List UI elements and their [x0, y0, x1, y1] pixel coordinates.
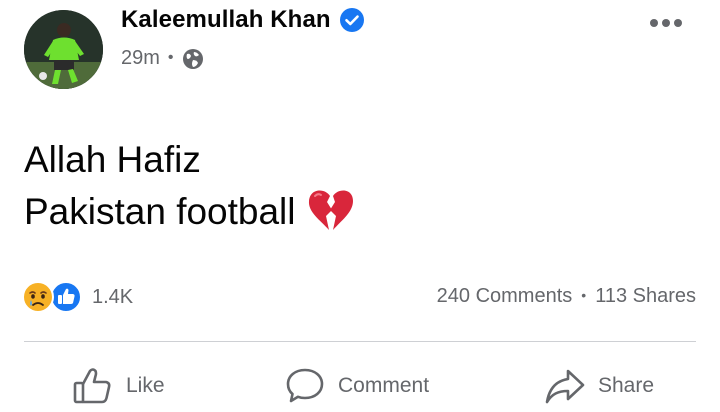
comment-bubble-icon [284, 365, 326, 407]
post-text-line-2: Pakistan football [24, 186, 356, 238]
broken-heart-icon [306, 188, 356, 232]
comment-label: Comment [338, 374, 430, 397]
stats-separator: • [581, 286, 587, 303]
like-label: Like [126, 374, 165, 397]
reactions-summary[interactable]: 1.4K [22, 281, 133, 313]
author-header: Kaleemullah Khan [121, 6, 364, 34]
post-timestamp[interactable]: 29m [121, 47, 160, 70]
share-label: Share [598, 374, 655, 397]
facebook-post: Kaleemullah Khan 29m • Allah Hafiz Pakis… [0, 0, 720, 412]
post-text-line: Allah Hafiz [24, 139, 201, 180]
comments-count[interactable]: 240 Comments [437, 285, 573, 308]
meta-separator: • [167, 48, 174, 66]
verified-badge-icon [339, 8, 364, 32]
engagement-stats: 240 Comments • 113 Shares [437, 285, 696, 308]
more-options-icon[interactable] [648, 12, 684, 34]
author-avatar[interactable] [24, 10, 103, 89]
like-button[interactable]: Like [72, 362, 165, 410]
post-text: Allah Hafiz Pakistan football [24, 134, 356, 238]
divider [24, 341, 696, 342]
like-reaction-icon [50, 281, 82, 313]
post-text-line: Pakistan football [24, 191, 296, 232]
author-name[interactable]: Kaleemullah Khan [121, 6, 331, 34]
thumbs-up-icon [72, 365, 114, 407]
sad-reaction-icon [22, 281, 54, 313]
share-button[interactable]: Share [544, 362, 654, 410]
reaction-count: 1.4K [92, 285, 134, 308]
globe-icon[interactable] [182, 48, 204, 70]
post-meta: 29m • [121, 47, 204, 70]
shares-count[interactable]: 113 Shares [595, 285, 696, 308]
comment-button[interactable]: Comment [284, 362, 429, 410]
share-arrow-icon [544, 365, 586, 407]
avatar-photo [24, 10, 103, 89]
